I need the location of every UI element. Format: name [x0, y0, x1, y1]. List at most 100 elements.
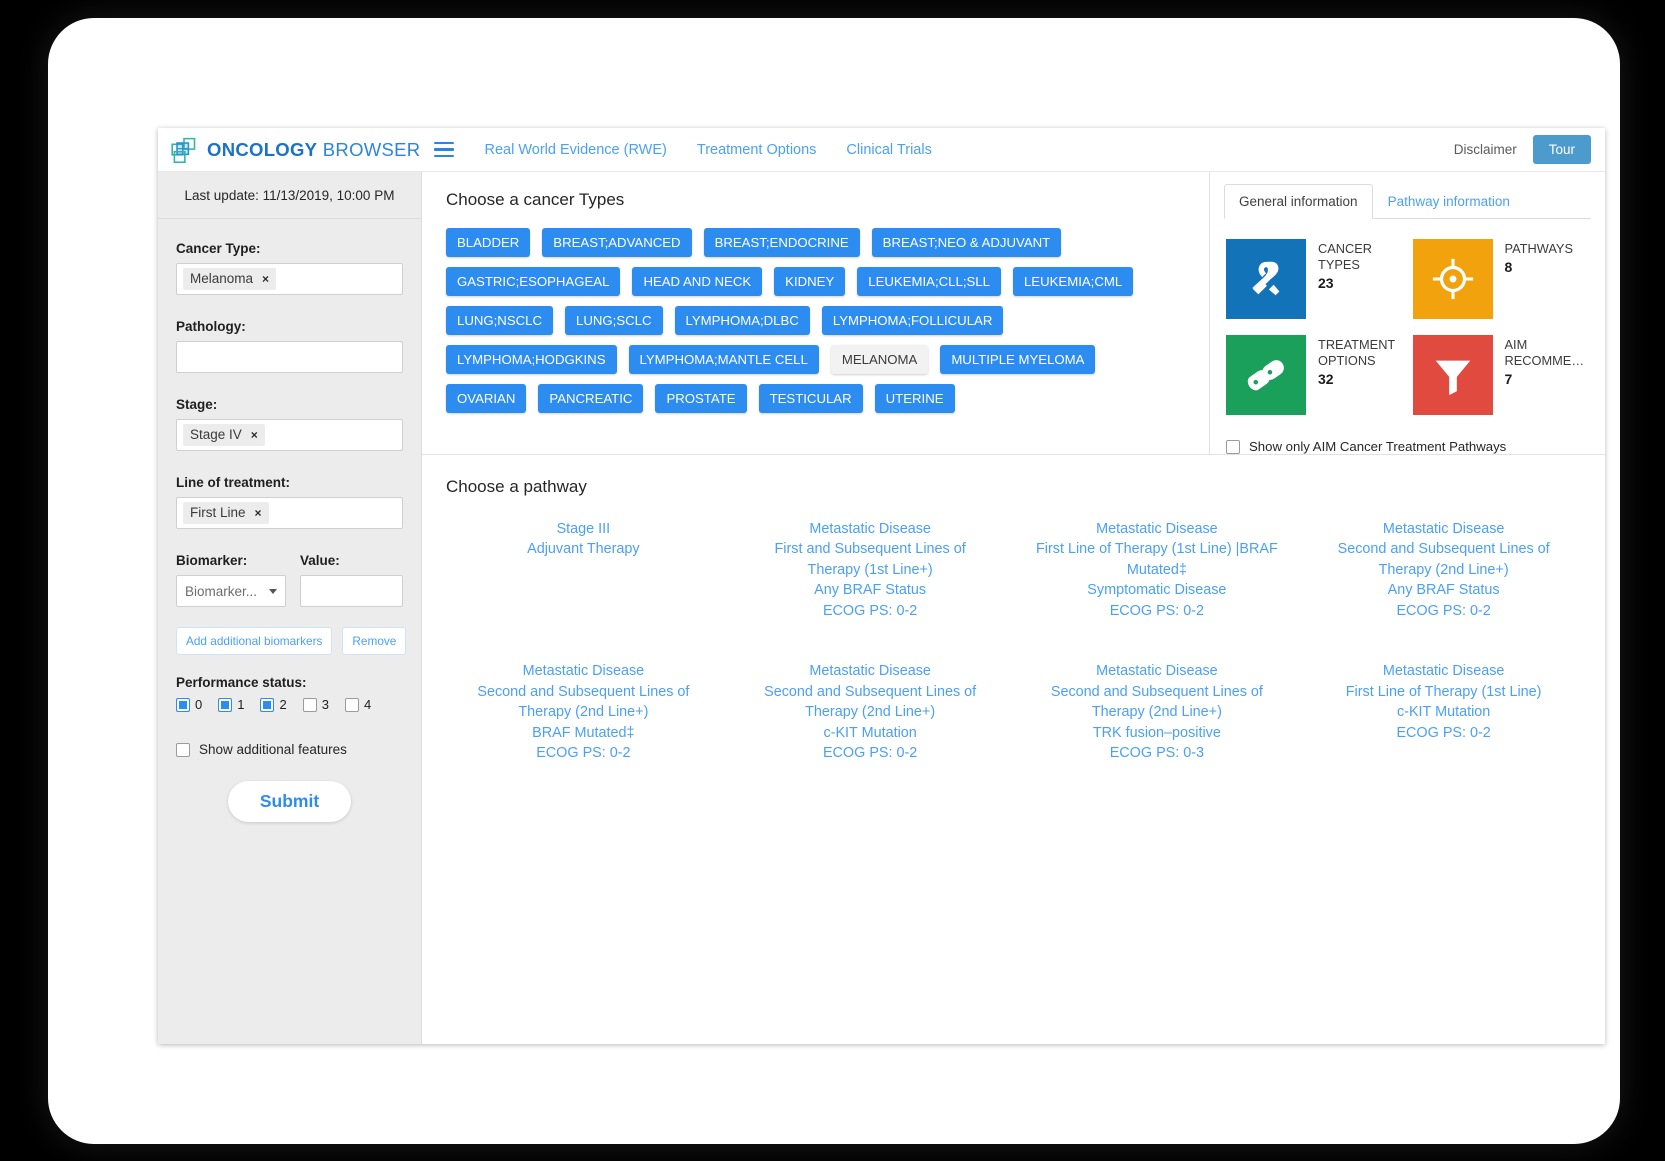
cancer-type-button[interactable]: HEAD AND NECK [632, 267, 763, 296]
pathology-input[interactable] [176, 341, 403, 373]
line-of-treatment-chip[interactable]: First Line × [183, 502, 269, 524]
value-label: Value: [300, 553, 340, 568]
pathway-card[interactable]: Metastatic Disease Second and Subsequent… [446, 661, 721, 763]
pathway-title: Choose a pathway [446, 477, 587, 496]
checkbox-icon[interactable] [260, 697, 275, 712]
checkbox-icon[interactable] [176, 742, 190, 757]
cancer-type-button[interactable]: LYMPHOMA;DLBC [674, 306, 810, 335]
cancer-type-button[interactable]: GASTRIC;ESOPHAGEAL [446, 267, 621, 296]
cancer-type-button[interactable]: LYMPHOMA;FOLLICULAR [821, 306, 1004, 335]
stat-cancer-types-meta: CANCER TYPES 23 [1318, 239, 1403, 291]
cancer-type-button[interactable]: LYMPHOMA;HODGKINS [446, 345, 617, 374]
stage-input[interactable]: Stage IV × [176, 419, 403, 451]
stage-chip-label: Stage IV [190, 427, 242, 442]
cancer-type-button[interactable]: UTERINE [874, 384, 955, 413]
pathway-line: Second and Subsequent Lines of Therapy (… [1050, 683, 1263, 721]
pathway-card[interactable]: Metastatic Disease Second and Subsequent… [1020, 661, 1295, 763]
nav-link-treatment-options[interactable]: Treatment Options [697, 142, 817, 158]
pathway-line: ECOG PS: 0-2 [822, 745, 918, 762]
performance-status-option-3[interactable]: 3 [302, 697, 329, 712]
stat-label: CANCER TYPES [1318, 241, 1373, 272]
line-of-treatment-input[interactable]: First Line × [176, 497, 403, 529]
tab-general-information[interactable]: General information [1224, 184, 1373, 219]
sidebar-form: Cancer Type: Melanoma × Pathology: Stage… [158, 219, 421, 822]
cancer-type-button[interactable]: LUNG;NSCLC [446, 306, 554, 335]
pathway-card[interactable]: Metastatic Disease First Line of Therapy… [1020, 519, 1295, 621]
stage-chip[interactable]: Stage IV × [183, 424, 265, 446]
show-aim-pathways-row[interactable]: Show only AIM Cancer Treatment Pathways [1224, 415, 1591, 454]
cancer-type-chip-label: Melanoma [190, 271, 254, 286]
close-icon[interactable]: × [251, 428, 258, 442]
value-input[interactable] [300, 575, 403, 607]
pathway-line: Second and Subsequent Lines of Therapy (… [1337, 541, 1550, 578]
show-additional-features-label: Show additional features [199, 742, 347, 757]
brand[interactable]: ONCOLOGY BROWSER [170, 136, 420, 164]
performance-status-option-4[interactable]: 4 [344, 697, 371, 712]
pathway-line: First and Subsequent Lines of Therapy (1… [774, 541, 966, 578]
performance-status-option-2[interactable]: 2 [260, 697, 287, 712]
pathway-card[interactable]: Metastatic Disease Second and Subsequent… [733, 661, 1008, 763]
pathway-line: BRAF Mutated‡ [532, 724, 635, 741]
cancer-type-button-selected[interactable]: MELANOMA [830, 345, 929, 374]
cancer-type-button[interactable]: LEUKEMIA;CML [1012, 267, 1134, 296]
nav-links: Real World Evidence (RWE) Treatment Opti… [484, 142, 931, 158]
nav-link-rwe[interactable]: Real World Evidence (RWE) [484, 142, 666, 158]
disclaimer-link[interactable]: Disclaimer [1454, 142, 1517, 157]
submit-button[interactable]: Submit [227, 781, 352, 822]
cancer-type-button[interactable]: KIDNEY [774, 267, 846, 296]
cancer-type-button[interactable]: OVARIAN [446, 384, 527, 413]
pathway-card[interactable]: Metastatic Disease First Line of Therapy… [1306, 661, 1581, 763]
stat-aim-recommendations-meta: AIM RECOMME… 7 [1505, 335, 1590, 387]
stat-label: PATHWAYS [1504, 241, 1574, 256]
checkbox-icon[interactable] [176, 697, 190, 712]
cancer-type-button[interactable]: TESTICULAR [758, 384, 863, 413]
cancer-type-input[interactable]: Melanoma × [176, 263, 403, 295]
cancer-type-button[interactable]: PANCREATIC [538, 384, 644, 413]
pathway-card[interactable]: Metastatic Disease First and Subsequent … [733, 519, 1008, 621]
top-navigation-bar: ONCOLOGY BROWSER Real World Evidence (RW… [158, 128, 1605, 172]
stat-treatment-options: TREATMENT OPTIONS 32 [1226, 335, 1403, 415]
show-additional-features-row[interactable]: Show additional features [176, 742, 403, 757]
cancer-type-chip[interactable]: Melanoma × [183, 268, 277, 290]
brand-name-light: BROWSER [322, 138, 421, 160]
remove-biomarker-button[interactable]: Remove [342, 627, 407, 655]
funnel-svg [1435, 360, 1470, 396]
performance-status-group: 0 1 2 3 4 [176, 697, 403, 712]
pathway-line: Adjuvant Therapy [527, 541, 640, 558]
cancer-type-button[interactable]: BREAST;NEO & ADJUVANT [871, 228, 1062, 257]
pathway-line: Metastatic Disease [1096, 663, 1218, 680]
pills-icon [1226, 335, 1306, 415]
cancer-type-button[interactable]: BLADDER [446, 228, 531, 257]
pathway-card[interactable]: Stage III Adjuvant Therapy [446, 519, 721, 621]
brand-name-bold: ONCOLOGY [207, 138, 318, 160]
stat-pathways: PATHWAYS 8 [1412, 239, 1590, 319]
filters-sidebar: Last update: 11/13/2019, 10:00 PM Cancer… [158, 172, 422, 1044]
tour-button[interactable]: Tour [1532, 135, 1591, 164]
cancer-type-button[interactable]: PROSTATE [655, 384, 747, 413]
checkbox-icon[interactable] [1226, 439, 1240, 454]
biomarker-select[interactable]: Biomarker... [176, 575, 286, 607]
pathway-line: TRK fusion–positive [1092, 724, 1221, 741]
close-icon[interactable]: × [255, 506, 262, 520]
cancer-type-button[interactable]: LYMPHOMA;MANTLE CELL [628, 345, 819, 374]
cancer-type-button[interactable]: LEUKEMIA;CLL;SLL [857, 267, 1001, 296]
nav-link-clinical-trials[interactable]: Clinical Trials [846, 142, 931, 158]
close-icon[interactable]: × [262, 272, 269, 286]
cancer-type-button[interactable]: BREAST;ENDOCRINE [703, 228, 860, 257]
add-additional-biomarkers-button[interactable]: Add additional biomarkers [176, 627, 333, 655]
performance-status-label: Performance status: [176, 675, 307, 690]
cancer-type-button[interactable]: LUNG;SCLC [565, 306, 663, 335]
logo-svg [171, 137, 196, 163]
tab-pathway-information[interactable]: Pathway information [1373, 184, 1525, 219]
checkbox-icon[interactable] [302, 697, 317, 712]
stat-label: AIM RECOMME… [1504, 337, 1585, 368]
pathway-card[interactable]: Metastatic Disease Second and Subsequent… [1306, 519, 1581, 621]
cancer-type-button[interactable]: MULTIPLE MYELOMA [940, 345, 1096, 374]
hamburger-icon[interactable] [434, 141, 455, 158]
performance-status-option-1[interactable]: 1 [218, 697, 244, 712]
checkbox-icon[interactable] [218, 697, 233, 712]
pathway-line: Any BRAF Status [814, 582, 927, 599]
checkbox-icon[interactable] [344, 697, 359, 712]
cancer-type-button[interactable]: BREAST;ADVANCED [542, 228, 692, 257]
performance-status-option-0[interactable]: 0 [176, 697, 202, 712]
